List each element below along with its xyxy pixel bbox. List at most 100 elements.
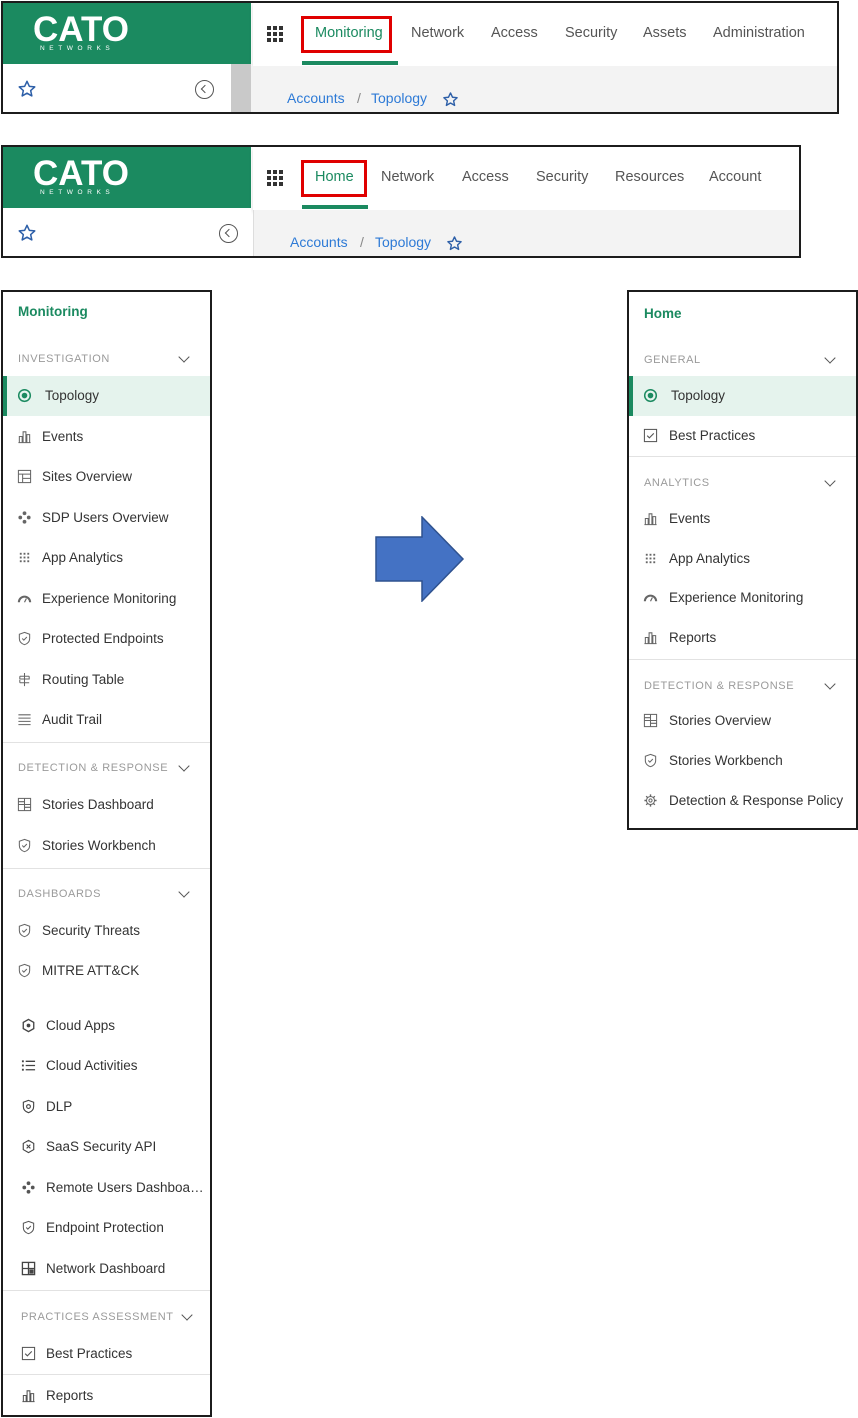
tab-security[interactable]: Security — [565, 25, 617, 41]
sidebar-item-stories-dashboard[interactable]: Stories Dashboard — [3, 785, 210, 825]
sidebar-item-events[interactable]: Events — [629, 499, 856, 539]
sidebar-item-detection-response-policy[interactable]: Detection & Response Policy — [629, 781, 856, 821]
list-lines-icon — [17, 712, 32, 727]
section-practices-assessment[interactable]: PRACTICES ASSESSMENT — [3, 1306, 210, 1332]
sidebar-item-saas-security-api[interactable]: SaaS Security API — [3, 1127, 210, 1167]
collapse-sidebar-icon[interactable] — [219, 224, 238, 243]
sidebar-item-cloud-apps[interactable]: Cloud Apps — [3, 1006, 210, 1046]
shield-icon — [17, 838, 32, 853]
favorite-star-icon[interactable] — [442, 91, 459, 108]
tab-monitoring[interactable]: Monitoring — [315, 25, 383, 41]
sidebar-item-events[interactable]: Events — [3, 417, 210, 457]
tab-network[interactable]: Network — [411, 25, 464, 41]
sidebar-item-stories-overview[interactable]: Stories Overview — [629, 701, 856, 741]
sidebar-item-label: Stories Dashboard — [42, 797, 154, 812]
breadcrumb-topology[interactable]: Topology — [375, 234, 431, 250]
tab-network[interactable]: Network — [381, 169, 434, 185]
sidebar-item-stories-workbench[interactable]: Stories Workbench — [3, 826, 210, 866]
sidebar-item-sites-overview[interactable]: Sites Overview — [3, 457, 210, 497]
cato-logo[interactable]: CATO NETWORKS — [3, 147, 251, 208]
chevron-down-icon — [824, 352, 836, 364]
sidebar-item-label: Best Practices — [669, 428, 756, 443]
sidebar-item-label: Experience Monitoring — [669, 590, 804, 605]
section-general[interactable]: GENERAL — [629, 349, 856, 375]
hexagon-icon — [21, 1018, 36, 1033]
tab-home[interactable]: Home — [315, 169, 354, 185]
section-detection-response[interactable]: DETECTION & RESPONSE — [629, 675, 856, 701]
users-icon — [21, 1180, 36, 1195]
sidebar-item-label: Events — [669, 511, 711, 526]
star-icon[interactable] — [17, 79, 37, 99]
sidebar-item-label: SaaS Security API — [46, 1139, 157, 1154]
tab-security[interactable]: Security — [536, 169, 588, 185]
sidebar-item-security-threats[interactable]: Security Threats — [3, 911, 210, 951]
bar-chart-icon — [643, 630, 658, 645]
sidebar-item-label: Reports — [669, 630, 717, 645]
logo-text: CATO — [33, 10, 129, 49]
apps-grid-icon[interactable] — [267, 26, 283, 42]
sidebar-item-mitre-attack[interactable]: MITRE ATT&CK — [3, 951, 210, 991]
breadcrumb-accounts[interactable]: Accounts — [290, 234, 348, 250]
breadcrumb-separator: / — [360, 234, 364, 250]
sidebar-item-experience-monitoring[interactable]: Experience Monitoring — [629, 578, 856, 618]
sidebar-after: Home GENERAL Topology Best Practices ANA… — [627, 290, 858, 830]
sidebar-item-stories-workbench[interactable]: Stories Workbench — [629, 741, 856, 781]
sidebar-item-label: Sites Overview — [42, 469, 133, 484]
sidebar-item-routing-table[interactable]: Routing Table — [3, 660, 210, 700]
sidebar-item-remote-users-dashboard[interactable]: Remote Users Dashboa… — [3, 1168, 210, 1208]
sidebar-item-network-dashboard[interactable]: Network Dashboard — [3, 1249, 210, 1289]
section-analytics[interactable]: ANALYTICS — [629, 472, 856, 498]
topology-icon — [643, 388, 658, 403]
active-tab-underline — [302, 61, 398, 65]
shield-icon — [21, 1220, 36, 1235]
dots-grid-icon — [17, 550, 32, 565]
collapse-sidebar-icon[interactable] — [195, 80, 214, 99]
section-label: GENERAL — [644, 354, 701, 366]
sidebar-item-best-practices[interactable]: Best Practices — [629, 416, 856, 456]
sidebar-item-topology[interactable]: Topology — [3, 376, 210, 416]
tab-account[interactable]: Account — [709, 169, 761, 185]
sidebar-item-label: Endpoint Protection — [46, 1220, 164, 1235]
sidebar-item-topology[interactable]: Topology — [629, 376, 856, 416]
sidebar-item-reports[interactable]: Reports — [629, 618, 856, 658]
sidebar-item-endpoint-protection[interactable]: Endpoint Protection — [3, 1208, 210, 1248]
sidebar-item-dlp[interactable]: DLP — [3, 1087, 210, 1127]
bar-chart-icon — [17, 429, 32, 444]
section-dashboards[interactable]: DASHBOARDS — [3, 883, 210, 909]
scrollbar[interactable] — [231, 64, 251, 112]
section-investigation[interactable]: INVESTIGATION — [3, 348, 210, 374]
sidebar-item-app-analytics[interactable]: App Analytics — [3, 538, 210, 578]
divider — [3, 1290, 210, 1291]
sidebar-item-protected-endpoints[interactable]: Protected Endpoints — [3, 619, 210, 659]
breadcrumb-topology[interactable]: Topology — [371, 90, 427, 106]
tab-administration[interactable]: Administration — [713, 25, 805, 41]
cato-logo[interactable]: CATO NETWORKS — [3, 3, 251, 64]
tab-assets[interactable]: Assets — [643, 25, 687, 41]
sidebar-item-cloud-activities[interactable]: Cloud Activities — [3, 1046, 210, 1086]
sidebar-item-sdp-users-overview[interactable]: SDP Users Overview — [3, 498, 210, 538]
tab-access[interactable]: Access — [491, 25, 538, 41]
breadcrumb-accounts[interactable]: Accounts — [287, 90, 345, 106]
section-detection-response[interactable]: DETECTION & RESPONSE — [3, 757, 210, 783]
apps-grid-icon[interactable] — [267, 170, 283, 186]
sidebar-item-reports[interactable]: Reports — [3, 1376, 210, 1415]
layout-icon — [17, 469, 32, 484]
users-icon — [17, 510, 32, 525]
breadcrumb: Accounts / Topology — [251, 66, 837, 112]
chevron-down-icon — [824, 475, 836, 487]
tab-access[interactable]: Access — [462, 169, 509, 185]
star-icon[interactable] — [17, 223, 37, 243]
logo-text: CATO — [33, 154, 129, 193]
sidebar-item-app-analytics[interactable]: App Analytics — [629, 539, 856, 579]
sidebar-item-label: Best Practices — [46, 1346, 133, 1361]
sidebar-item-label: App Analytics — [669, 551, 751, 566]
tab-resources[interactable]: Resources — [615, 169, 684, 185]
divider — [629, 456, 856, 457]
sidebar-item-label: Reports — [46, 1388, 94, 1403]
sidebar-item-best-practices[interactable]: Best Practices — [3, 1334, 210, 1374]
checkbox-icon — [21, 1346, 36, 1361]
sidebar-item-audit-trail[interactable]: Audit Trail — [3, 700, 210, 740]
favorite-star-icon[interactable] — [446, 235, 463, 252]
sidebar-item-experience-monitoring[interactable]: Experience Monitoring — [3, 579, 210, 619]
sidebar-title: Home — [644, 306, 682, 321]
